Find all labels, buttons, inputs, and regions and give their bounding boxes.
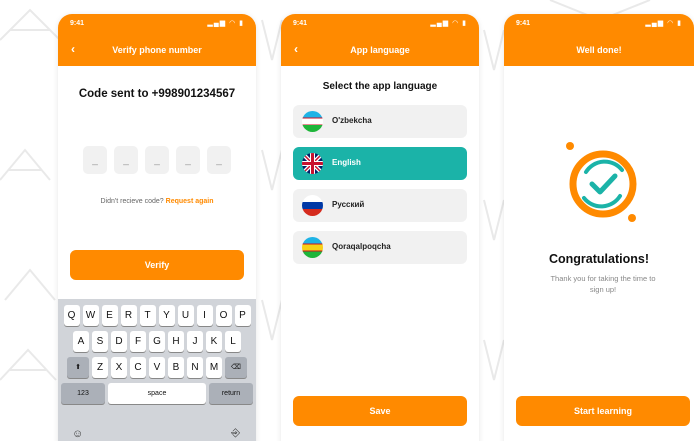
emoji-icon[interactable]: ☺ <box>72 428 83 440</box>
uk-flag-icon <box>302 153 323 174</box>
karakalpakstan-flag-icon <box>302 237 323 258</box>
key[interactable]: V <box>149 357 165 378</box>
otp-digit-input[interactable]: _ <box>114 146 138 174</box>
resend-prompt: Didn't recieve code? Request again <box>58 198 256 205</box>
language-option-russian[interactable]: Русский <box>293 189 467 222</box>
key[interactable]: H <box>168 331 184 352</box>
start-learning-button[interactable]: Start learning <box>516 396 690 426</box>
on-screen-keyboard: Q W E R T Y U I O P A S D F G H J K L ⬆ … <box>58 299 256 441</box>
well-done-screen: 9:41 ▂▄▆ ◠ ▮ Well done! Congratulations!… <box>504 14 694 441</box>
language-option-english[interactable]: English <box>293 147 467 180</box>
status-time: 9:41 <box>293 20 308 27</box>
numbers-key[interactable]: 123 <box>61 383 105 404</box>
key[interactable]: L <box>225 331 241 352</box>
key[interactable]: W <box>82 305 99 326</box>
key[interactable]: A <box>73 331 89 352</box>
key[interactable]: M <box>206 357 222 378</box>
status-time: 9:41 <box>70 20 85 27</box>
shift-key-icon[interactable]: ⬆ <box>67 357 89 378</box>
language-option-uzbek[interactable]: O'zbekcha <box>293 105 467 138</box>
key[interactable]: G <box>149 331 165 352</box>
uzbekistan-flag-icon <box>302 111 323 132</box>
keyboard-row-1: Q W E R T Y U I O P <box>58 305 256 326</box>
code-sent-heading: Code sent to +998901234567 <box>78 88 236 100</box>
verify-header: 9:41 ▂▄▆ ◠ ▮ ‹ Verify phone number <box>58 14 256 66</box>
language-label: Qoraqalpoqcha <box>332 242 391 251</box>
key[interactable]: R <box>120 305 137 326</box>
status-time: 9:41 <box>516 20 531 27</box>
key[interactable]: X <box>111 357 127 378</box>
language-label: English <box>332 158 361 167</box>
status-icons: ▂▄▆ ◠ ▮ <box>207 20 244 27</box>
keyboard-row-3: ⬆ Z X C V B N M ⌫ <box>58 357 256 378</box>
thank-you-message: Thank you for taking the time to sign up… <box>550 274 656 294</box>
page-title: Verify phone number <box>112 45 202 55</box>
key[interactable]: U <box>177 305 194 326</box>
backspace-key-icon[interactable]: ⌫ <box>225 357 247 378</box>
key[interactable]: Y <box>158 305 175 326</box>
key[interactable]: Z <box>92 357 108 378</box>
space-key[interactable]: space <box>108 383 206 404</box>
status-icons: ▂▄▆ ◠ ▮ <box>430 20 467 27</box>
russia-flag-icon <box>302 195 323 216</box>
otp-digit-input[interactable]: _ <box>207 146 231 174</box>
otp-digit-input[interactable]: _ <box>145 146 169 174</box>
return-key[interactable]: return <box>209 383 253 404</box>
page-title: App language <box>350 45 410 55</box>
done-header: 9:41 ▂▄▆ ◠ ▮ Well done! <box>504 14 694 66</box>
key[interactable]: O <box>215 305 232 326</box>
key[interactable]: I <box>196 305 213 326</box>
key[interactable]: Q <box>63 305 80 326</box>
key[interactable]: T <box>139 305 156 326</box>
keyboard-row-4: 123 space return <box>58 383 256 404</box>
key[interactable]: E <box>101 305 118 326</box>
key[interactable]: B <box>168 357 184 378</box>
verify-button[interactable]: Verify <box>70 250 244 280</box>
microphone-icon[interactable]: ⎆ <box>231 427 240 440</box>
key[interactable]: P <box>234 305 251 326</box>
status-icons: ▂▄▆ ◠ ▮ <box>645 20 682 27</box>
otp-input-group: _ _ _ _ _ <box>83 146 231 174</box>
key[interactable]: N <box>187 357 203 378</box>
app-language-screen: 9:41 ▂▄▆ ◠ ▮ ‹ App language Select the a… <box>281 14 479 441</box>
key[interactable]: J <box>187 331 203 352</box>
congratulations-heading: Congratulations! <box>549 252 649 266</box>
key[interactable]: S <box>92 331 108 352</box>
language-label: Русский <box>332 200 365 209</box>
otp-digit-input[interactable]: _ <box>176 146 200 174</box>
verify-phone-screen: 9:41 ▂▄▆ ◠ ▮ ‹ Verify phone number Code … <box>58 14 256 441</box>
key[interactable]: D <box>111 331 127 352</box>
save-button[interactable]: Save <box>293 396 467 426</box>
language-list: O'zbekcha English Русский Qoraqalpoqcha <box>293 105 467 273</box>
language-option-karakalpak[interactable]: Qoraqalpoqcha <box>293 231 467 264</box>
page-title: Well done! <box>576 45 622 55</box>
otp-digit-input[interactable]: _ <box>83 146 107 174</box>
language-header: 9:41 ▂▄▆ ◠ ▮ ‹ App language <box>281 14 479 66</box>
request-again-link[interactable]: Request again <box>166 198 214 205</box>
key[interactable]: C <box>130 357 146 378</box>
resend-text: Didn't recieve code? <box>100 198 164 205</box>
key[interactable]: F <box>130 331 146 352</box>
key[interactable]: K <box>206 331 222 352</box>
keyboard-row-2: A S D F G H J K L <box>58 331 256 352</box>
success-check-icon <box>566 142 637 222</box>
select-language-heading: Select the app language <box>322 81 438 92</box>
language-label: O'zbekcha <box>332 116 372 125</box>
